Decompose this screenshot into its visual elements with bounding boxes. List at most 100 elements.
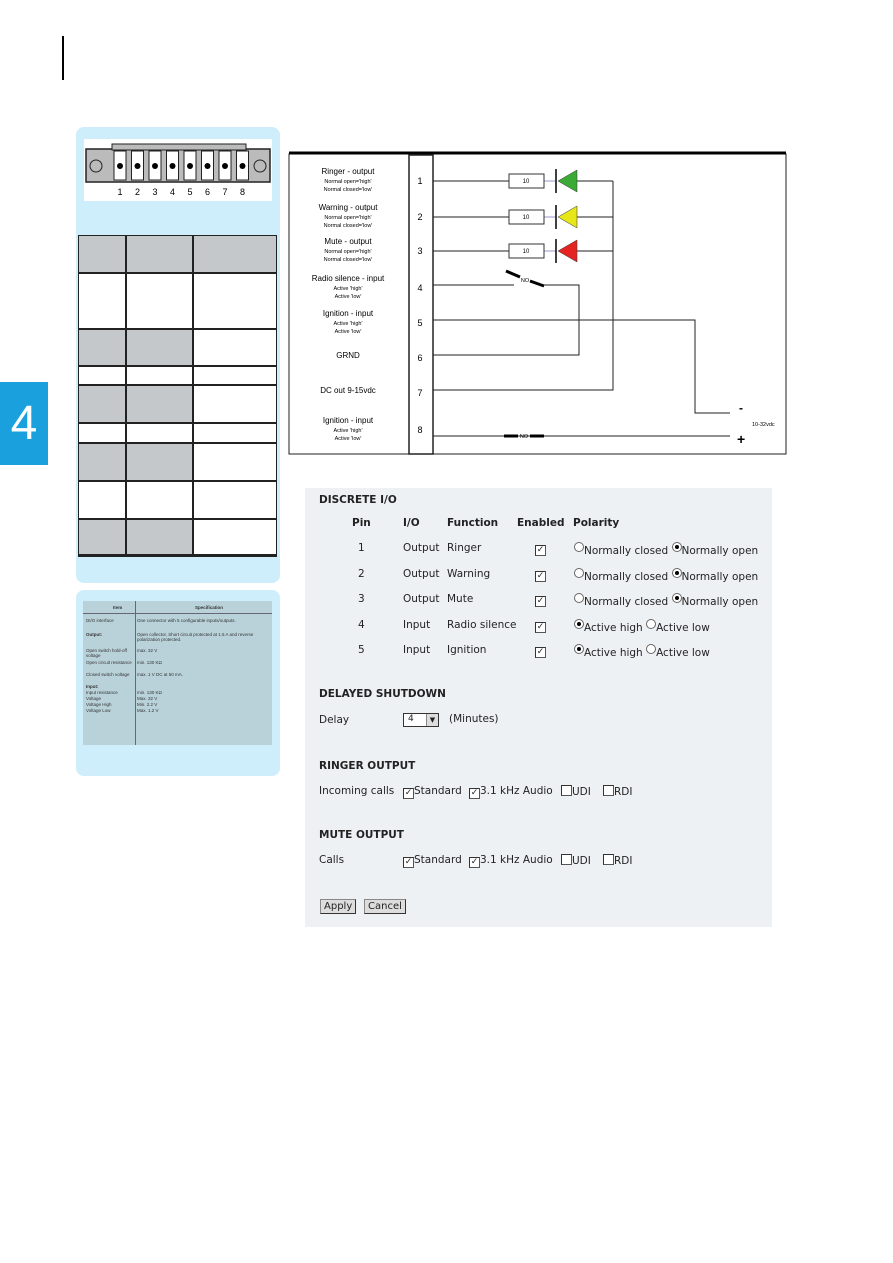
ringer-output-title: RINGER OUTPUT — [319, 760, 416, 772]
table-cell — [126, 273, 193, 329]
connector-image: 1 2 3 4 5 6 7 8 — [84, 139, 272, 201]
call-type-label: Standard — [414, 854, 462, 866]
chevron-down-icon: ▼ — [426, 714, 438, 726]
pin-label-sub: Active 'low' — [335, 294, 362, 300]
table-cell — [78, 423, 126, 443]
call-type-checkbox[interactable] — [603, 854, 614, 865]
call-type-checkbox[interactable] — [561, 854, 572, 865]
table-cell — [78, 273, 126, 329]
table-cell — [78, 519, 126, 555]
table-cell — [126, 481, 193, 519]
pin-label-sub: Active 'low' — [335, 436, 362, 442]
table-cell — [126, 235, 193, 273]
spec-item: Output: — [86, 632, 103, 637]
resistor-value: 10 — [523, 249, 530, 255]
switch-label: NO — [521, 278, 530, 284]
resistor-value: 10 — [523, 179, 530, 185]
polarity-option-1: Active high — [584, 621, 643, 634]
polarity-radio-1[interactable] — [574, 593, 584, 603]
spec-item: Voltage — [86, 696, 102, 701]
polarity-option-1: Normally closed — [584, 570, 669, 583]
polarity-radio-2[interactable] — [671, 542, 682, 552]
call-type-label: 3.1 kHz Audio — [480, 785, 553, 797]
pin-label-sub: Normal open='high' — [324, 215, 371, 221]
spec-value: Max. 32 V — [137, 696, 158, 701]
enabled-checkbox[interactable]: ✓ — [535, 647, 546, 658]
discrete-io-form: DISCRETE I/O Pin I/O Function Enabled Po… — [305, 488, 772, 927]
table-cell — [193, 443, 277, 481]
spec-item: Open circuit resistance — [86, 660, 132, 665]
pin-number: 8 — [240, 187, 245, 197]
pin-label-title: Ringer - output — [322, 167, 376, 176]
call-type-label: UDI — [572, 786, 591, 798]
pin-number: 2 — [417, 212, 422, 222]
table-cell — [193, 385, 277, 423]
table-cell — [126, 385, 193, 423]
polarity-radio-2[interactable] — [671, 567, 682, 578]
pin-label-title: Warning - output — [319, 203, 379, 212]
enabled-checkbox[interactable]: ✓ — [535, 596, 546, 607]
table-cell — [78, 443, 126, 481]
pin-cell: 1 — [358, 542, 365, 554]
polarity-option-1: Active high — [584, 647, 643, 659]
polarity-radio-2[interactable] — [671, 593, 682, 603]
table-cell — [193, 235, 277, 273]
enabled-checkbox[interactable]: ✓ — [535, 545, 546, 556]
pin-number: 3 — [152, 187, 157, 197]
table-cell — [193, 423, 277, 443]
pin-cell: 4 — [358, 618, 365, 631]
pin-label-sub: Active 'high' — [333, 286, 362, 292]
polarity-radio-1[interactable] — [574, 618, 584, 629]
polarity-radio-1[interactable] — [574, 644, 584, 654]
spec-item: Closed switch voltage — [86, 672, 130, 677]
call-type-checkbox[interactable] — [561, 785, 572, 796]
apply-button[interactable]: Apply — [320, 899, 357, 914]
call-type-checkbox[interactable] — [603, 785, 614, 796]
polarity-option-2: Active low — [656, 621, 710, 634]
spec-item: Input resistance — [86, 690, 118, 695]
call-type-label: UDI — [572, 855, 591, 867]
pin-label-sub: Normal closed='low' — [324, 257, 373, 263]
chapter-tab: 4 — [0, 382, 48, 465]
table-cell — [78, 235, 126, 273]
polarity-radio-2[interactable] — [646, 618, 657, 629]
polarity-option-2: Normally open — [681, 596, 759, 608]
spec-value: max. 32 V — [137, 648, 158, 653]
function-cell: Ignition — [447, 644, 487, 656]
col-io: I/O — [403, 517, 420, 529]
enabled-checkbox[interactable]: ✓ — [535, 621, 546, 633]
table-cell — [193, 481, 277, 519]
table-cell — [78, 481, 126, 519]
pin-number: 3 — [417, 246, 422, 256]
mute-output-title: MUTE OUTPUT — [319, 829, 404, 841]
call-type-label: RDI — [614, 786, 633, 798]
function-cell: Radio silence — [447, 618, 517, 631]
polarity-radio-1[interactable] — [574, 567, 584, 578]
io-cell: Output — [403, 542, 440, 554]
table-cell — [193, 329, 277, 366]
call-type-label: RDI — [614, 855, 633, 867]
polarity-radio-2[interactable] — [646, 644, 657, 654]
io-cell: Input — [403, 618, 431, 631]
spec-value: Min. 2.2 V — [137, 702, 158, 707]
call-type-checkbox[interactable]: ✓ — [469, 788, 480, 799]
table-cell — [126, 366, 193, 385]
spec-table: Item Specification DI/O interface One con… — [83, 601, 272, 745]
plus-terminal: + — [737, 431, 745, 447]
spec-value: min. 130 KΩ — [137, 660, 162, 665]
switch-label: NO — [520, 434, 529, 440]
polarity-option-1: Normally closed — [584, 545, 669, 557]
polarity-radio-1[interactable] — [574, 542, 584, 552]
enabled-checkbox[interactable]: ✓ — [535, 570, 546, 582]
table-cell — [78, 366, 126, 385]
call-type-checkbox[interactable]: ✓ — [403, 788, 414, 799]
delay-select[interactable]: 4 ▼ — [403, 713, 439, 727]
delay-label: Delay — [319, 714, 350, 726]
col-function: Function — [447, 517, 499, 529]
call-type-checkbox[interactable]: ✓ — [469, 857, 480, 868]
call-type-checkbox[interactable]: ✓ — [403, 857, 414, 868]
spec-value: min. 130 KΩ — [137, 690, 162, 695]
function-cell: Ringer — [447, 542, 482, 554]
cancel-button[interactable]: Cancel — [364, 899, 406, 914]
spec-item: Open switch hold-off voltage — [86, 648, 127, 658]
